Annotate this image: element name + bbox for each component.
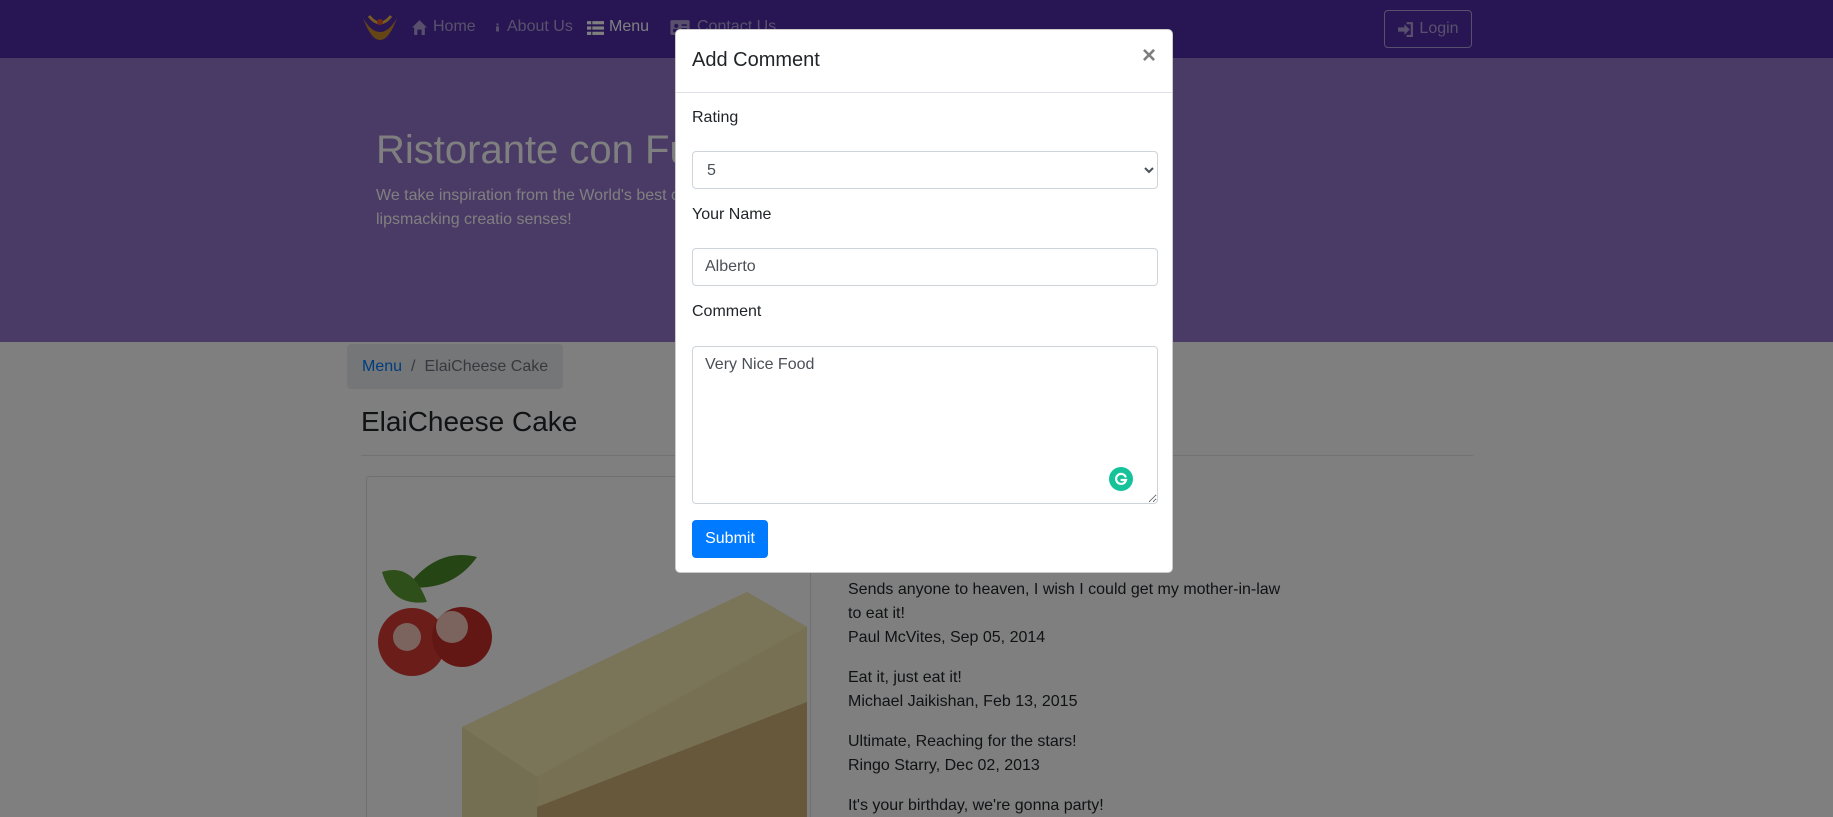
grammarly-icon[interactable] <box>1109 467 1133 491</box>
name-input[interactable] <box>692 248 1158 286</box>
your-name-label: Your Name <box>692 206 772 223</box>
modal-header: Add Comment × <box>676 30 1172 93</box>
modal-title: Add Comment <box>692 49 820 71</box>
rating-select[interactable]: 5 <box>692 151 1158 189</box>
submit-button[interactable]: Submit <box>692 520 768 558</box>
comment-textarea[interactable]: Very Nice Food <box>692 346 1158 504</box>
comment-label: Comment <box>692 303 762 320</box>
close-button[interactable]: × <box>1142 44 1156 68</box>
rating-label: Rating <box>692 109 739 126</box>
add-comment-modal: Add Comment × Rating 5 Your Name Comment… <box>675 29 1173 573</box>
